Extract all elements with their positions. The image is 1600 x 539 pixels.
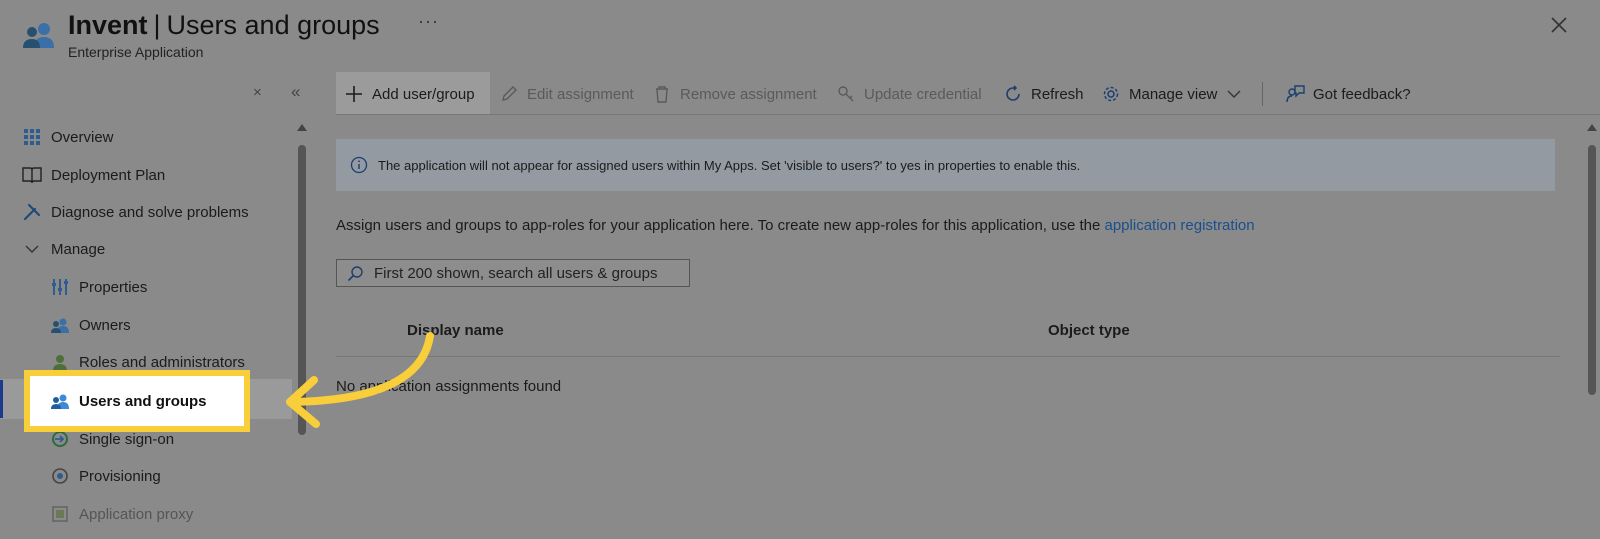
- sidebar-item-label: Overview: [51, 128, 114, 146]
- description-text: Assign users and groups to app-roles for…: [336, 217, 1105, 234]
- application-registration-link[interactable]: application registration: [1105, 217, 1255, 234]
- edit-assignment-label: Edit assignment: [527, 85, 634, 103]
- refresh-icon: [1003, 84, 1023, 104]
- sidebar-item-diagnose[interactable]: Diagnose and solve problems: [22, 195, 249, 229]
- wrench-icon: [22, 202, 42, 222]
- sidebar-item-label: Provisioning: [79, 467, 161, 485]
- info-banner: The application will not appear for assi…: [336, 139, 1555, 191]
- key-icon: [836, 84, 856, 104]
- refresh-label: Refresh: [1031, 85, 1084, 103]
- info-banner-text: The application will not appear for assi…: [378, 157, 1081, 173]
- table-header-divider: [336, 356, 1560, 357]
- sidebar-item-owners[interactable]: Owners: [50, 308, 131, 342]
- manage-view-label: Manage view: [1129, 85, 1218, 103]
- column-header-display-name[interactable]: Display name: [407, 322, 504, 339]
- remove-assignment-label: Remove assignment: [680, 85, 817, 103]
- manage-view-button[interactable]: Manage view: [1101, 82, 1241, 106]
- app-window: Invent | Users and groups Enterprise Appli…: [0, 0, 1600, 539]
- pencil-icon: [499, 84, 519, 104]
- refresh-button[interactable]: Refresh: [1003, 82, 1084, 106]
- add-user-group-button[interactable]: Add user/group: [344, 82, 475, 106]
- sidebar-item-provisioning[interactable]: Provisioning: [50, 459, 161, 493]
- page-title: Invent | Users and groups: [68, 9, 380, 41]
- page-subtitle: Enterprise Application: [68, 44, 204, 60]
- info-icon: [350, 156, 368, 174]
- close-icon[interactable]: [1548, 14, 1570, 36]
- sso-icon: [50, 429, 70, 449]
- app-name: Invent: [68, 10, 148, 40]
- sidebar-close-button[interactable]: ×: [253, 84, 262, 101]
- sidebar-item-overview[interactable]: Overview: [22, 120, 114, 154]
- sidebar-item-label: Manage: [51, 240, 106, 258]
- owners-icon: [50, 315, 70, 335]
- sidebar-scrollbar-thumb[interactable]: [298, 145, 306, 435]
- users-icon: [50, 391, 70, 411]
- column-header-object-type[interactable]: Object type: [1048, 322, 1130, 339]
- plus-icon: [344, 84, 364, 104]
- selected-item-indicator: [0, 380, 3, 418]
- page-title-text: Users and groups: [166, 10, 380, 40]
- collapse-sidebar-button[interactable]: «: [291, 82, 300, 102]
- more-options-button[interactable]: ···: [418, 11, 439, 32]
- main-scrollbar-thumb[interactable]: [1588, 145, 1596, 395]
- sidebar-item-label: Application proxy: [79, 505, 194, 523]
- update-credential-button[interactable]: Update credential: [836, 82, 982, 106]
- empty-table-message: No application assignments found: [336, 378, 562, 395]
- sidebar-item-properties[interactable]: Properties: [50, 270, 147, 304]
- sidebar-item-label: Properties: [79, 278, 148, 296]
- callout-arrow: [286, 332, 434, 428]
- sidebar-item-label: Diagnose and solve problems: [51, 203, 249, 221]
- sidebar-item-deployment-plan[interactable]: Deployment Plan: [22, 158, 165, 192]
- search-box[interactable]: [336, 259, 690, 287]
- sidebar-item-label: Roles and administrators: [79, 353, 245, 371]
- got-feedback-button[interactable]: Got feedback?: [1285, 82, 1411, 106]
- edit-assignment-button[interactable]: Edit assignment: [499, 82, 634, 106]
- sidebar-scroll-up-arrow[interactable]: [297, 124, 307, 131]
- sidebar-group-manage[interactable]: Manage: [22, 232, 105, 266]
- proxy-icon: [50, 504, 70, 524]
- add-user-group-label: Add user/group: [372, 85, 475, 103]
- search-input[interactable]: [374, 264, 674, 282]
- users-groups-app-icon: [23, 23, 54, 48]
- grid-icon: [22, 127, 42, 147]
- sidebar-item-application-proxy[interactable]: Application proxy: [50, 497, 193, 531]
- search-icon: [347, 265, 363, 281]
- title-separator: |: [153, 10, 161, 40]
- sidebar-item-label: Users and groups: [79, 392, 207, 410]
- sidebar-item-label: Deployment Plan: [51, 166, 166, 184]
- main-scroll-up-arrow[interactable]: [1587, 124, 1597, 131]
- sidebar-item-label: Single sign-on: [79, 430, 175, 448]
- chevron-down-icon: [22, 239, 42, 259]
- chevron-down-icon: [1227, 89, 1241, 99]
- roles-icon: [50, 352, 70, 372]
- got-feedback-label: Got feedback?: [1313, 85, 1411, 103]
- toolbar-divider-line: [336, 114, 1600, 115]
- trash-icon: [652, 84, 672, 104]
- properties-icon: [50, 277, 70, 297]
- feedback-icon: [1285, 84, 1305, 104]
- gear-icon: [1101, 84, 1121, 104]
- toolbar-divider: [1262, 82, 1263, 106]
- update-credential-label: Update credential: [864, 85, 982, 103]
- sidebar-item-users-and-groups[interactable]: Users and groups: [50, 384, 207, 418]
- remove-assignment-button[interactable]: Remove assignment: [652, 82, 817, 106]
- page-description: Assign users and groups to app-roles for…: [336, 217, 1255, 234]
- provisioning-icon: [50, 466, 70, 486]
- book-icon: [22, 165, 42, 185]
- sidebar-item-label: Owners: [79, 316, 131, 334]
